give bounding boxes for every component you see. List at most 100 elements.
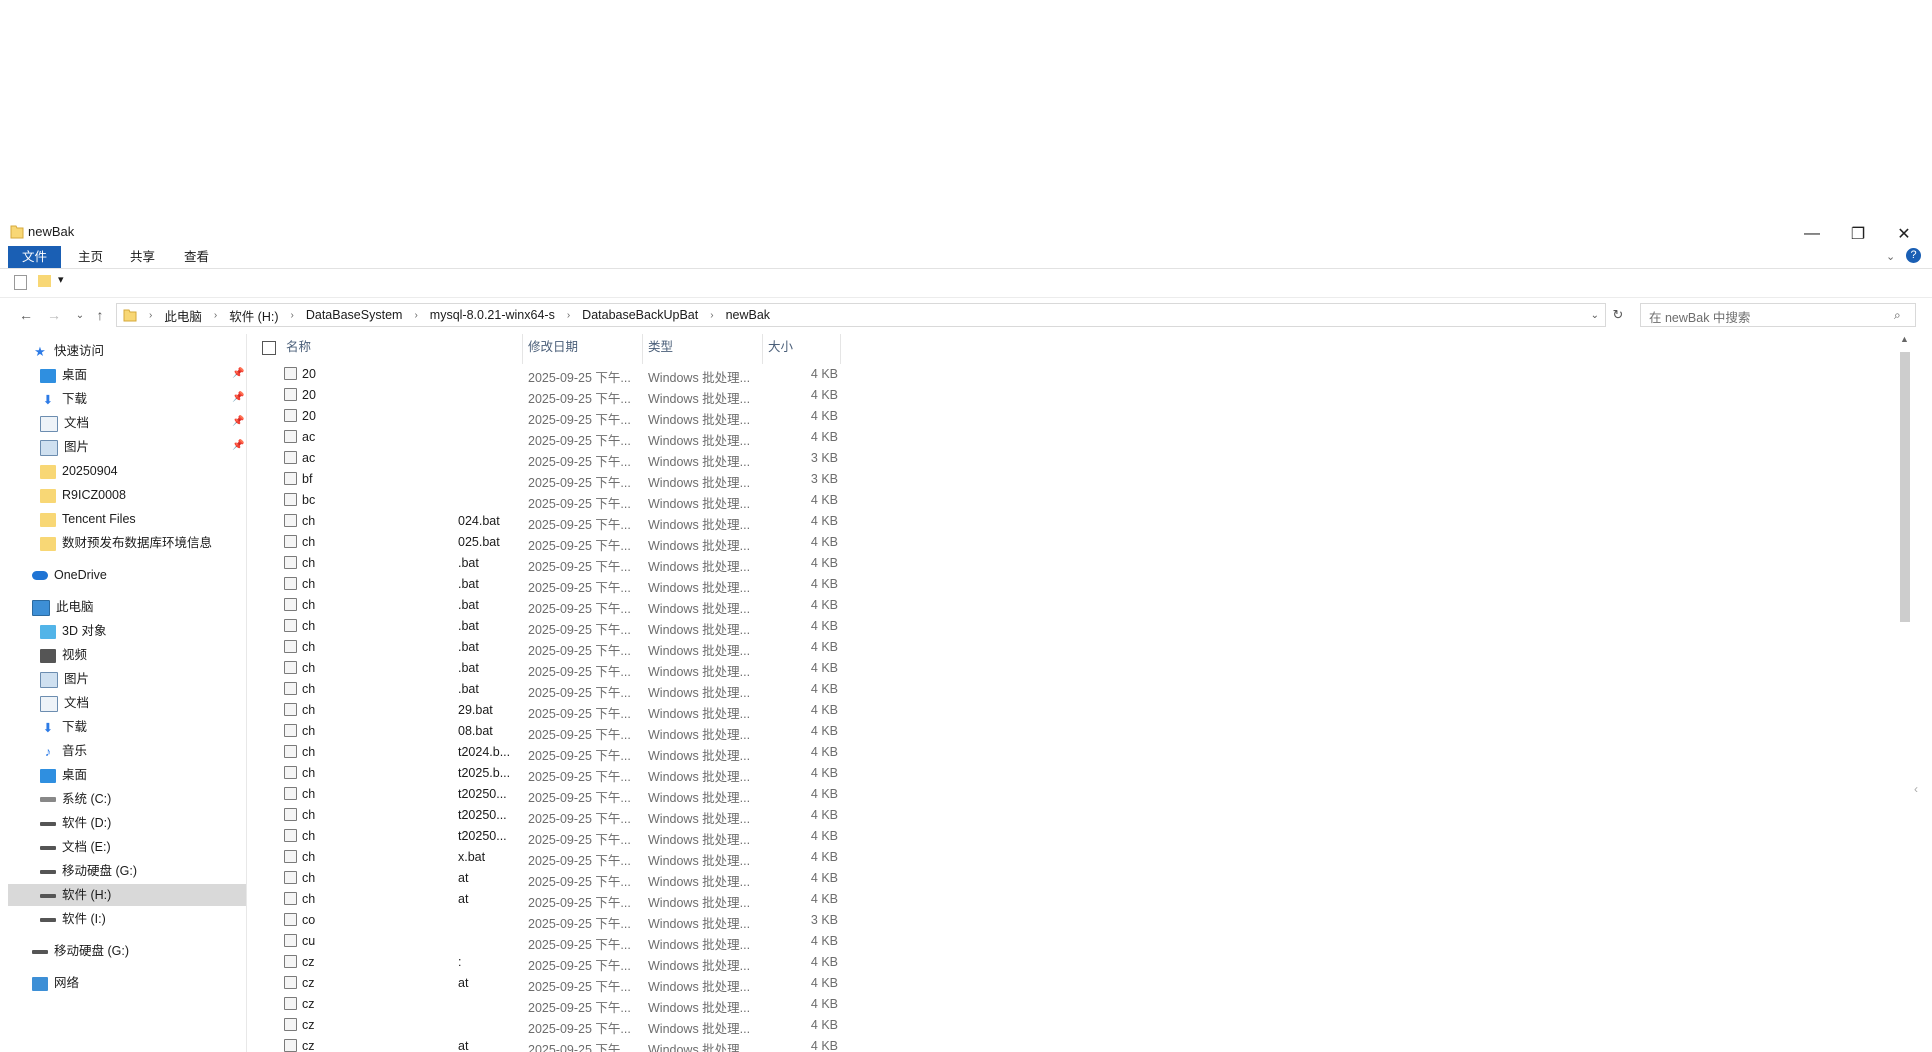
address-dropdown-icon[interactable]: ⌄ [1591, 310, 1599, 321]
file-row[interactable]: ch at 2025-09-25 下午... Windows 批处理... 4 KB [260, 868, 860, 889]
column-header-size[interactable]: 大小 [768, 334, 793, 360]
file-row[interactable]: cz at 2025-09-25 下午... Windows 批处理... 4 KB [260, 1036, 860, 1052]
file-row[interactable]: cz 2025-09-25 下午... Windows 批处理... 4 KB [260, 1015, 860, 1036]
crumb-drive-h[interactable]: 软件 (H:) [217, 306, 278, 325]
sidebar-item-downloads[interactable]: ⬇ 下载 [40, 388, 87, 410]
sidebar-item-tencent-files[interactable]: Tencent Files [40, 508, 136, 530]
sidebar-item-desktop[interactable]: 桌面 [40, 364, 87, 386]
column-header-name[interactable]: 名称 [286, 334, 311, 360]
tab-share[interactable]: 共享 [116, 246, 169, 268]
file-row[interactable]: 20 2025-09-25 下午... Windows 批处理... 4 KB [260, 406, 860, 427]
pin-icon[interactable]: 📌 [232, 392, 244, 403]
file-row[interactable]: ch 025.bat 2025-09-25 下午... Windows 批处理... 4… [260, 532, 860, 553]
help-icon[interactable]: ? [1906, 248, 1921, 263]
file-row[interactable]: ch 024.bat 2025-09-25 下午... Windows 批处理... 4… [260, 511, 860, 532]
file-row[interactable]: ch 08.bat 2025-09-25 下午... Windows 批处理... 4 … [260, 721, 860, 742]
file-row[interactable]: ch .bat 2025-09-25 下午... Windows 批处理... 4 KB [260, 553, 860, 574]
file-row[interactable]: ac 2025-09-25 下午... Windows 批处理... 3 KB [260, 448, 860, 469]
crumb-backup-bat[interactable]: DatabaseBackUpBat [570, 308, 698, 322]
tab-file[interactable]: 文件 [8, 246, 62, 268]
properties-icon[interactable] [14, 275, 27, 290]
crumb-mysql[interactable]: mysql-8.0.21-winx64-s [418, 308, 555, 322]
sidebar-item-pictures[interactable]: 图片 [40, 436, 89, 458]
new-folder-icon[interactable] [38, 275, 51, 287]
column-divider[interactable] [642, 334, 643, 364]
sidebar-item-drive-d[interactable]: 软件 (D:) [40, 812, 111, 834]
file-row[interactable]: co 2025-09-25 下午... Windows 批处理... 3 KB [260, 910, 860, 931]
refresh-button[interactable]: ↻ [1608, 305, 1628, 325]
file-row[interactable]: ch t2024.b... 2025-09-25 下午... Windows 批处理.… [260, 742, 860, 763]
sidebar-item-drive-h[interactable]: 软件 (H:) [8, 884, 246, 906]
expand-ribbon-icon[interactable]: ⌄ [1886, 250, 1895, 263]
sidebar-item-drive-i[interactable]: 软件 (I:) [40, 908, 106, 930]
chevron-left-icon[interactable]: ‹ [1914, 782, 1918, 796]
file-row[interactable]: ch at 2025-09-25 下午... Windows 批处理... 4 KB [260, 889, 860, 910]
back-button[interactable]: ← [16, 305, 36, 325]
column-header-date[interactable]: 修改日期 [528, 334, 578, 360]
tab-home[interactable]: 主页 [64, 246, 117, 268]
sidebar-item-3d-objects[interactable]: 3D 对象 [40, 620, 106, 642]
vertical-scrollbar[interactable]: ▲ [1896, 334, 1914, 1052]
file-row[interactable]: 20 2025-09-25 下午... Windows 批处理... 4 KB [260, 364, 860, 385]
file-row[interactable]: ch .bat 2025-09-25 下午... Windows 批处理... 4 KB [260, 616, 860, 637]
file-row[interactable]: ch t2025.b... 2025-09-25 下午... Windows 批处理.… [260, 763, 860, 784]
sidebar-item-this-pc[interactable]: 此电脑 [32, 596, 94, 618]
file-row[interactable]: ac 2025-09-25 下午... Windows 批处理... 4 KB [260, 427, 860, 448]
file-row[interactable]: ch t20250... 2025-09-25 下午... Windows 批处理..… [260, 784, 860, 805]
up-button[interactable]: ↑ [90, 305, 110, 325]
file-row[interactable]: ch .bat 2025-09-25 下午... Windows 批处理... 4 KB [260, 637, 860, 658]
recent-locations-icon[interactable]: ⌄ [70, 305, 90, 325]
column-divider[interactable] [522, 334, 523, 364]
sidebar-item-20250904[interactable]: 20250904 [40, 460, 118, 482]
minimize-button[interactable]: — [1790, 222, 1834, 246]
sidebar-item-removable-g[interactable]: 移动硬盘 (G:) [32, 940, 129, 962]
pin-icon[interactable]: 📌 [232, 368, 244, 379]
column-divider[interactable] [762, 334, 763, 364]
file-row[interactable]: cz at 2025-09-25 下午... Windows 批处理... 4 KB [260, 973, 860, 994]
sidebar-item-db-env-info[interactable]: 数财预发布数据库环境信息 [40, 532, 212, 554]
customize-toolbar-icon[interactable]: ▾ [58, 273, 64, 286]
sidebar-item-quick-access[interactable]: ★ 快速访问 [32, 340, 104, 362]
file-row[interactable]: cu 2025-09-25 下午... Windows 批处理... 4 KB [260, 931, 860, 952]
file-row[interactable]: ch x.bat 2025-09-25 下午... Windows 批处理... 4 K… [260, 847, 860, 868]
file-row[interactable]: ch t20250... 2025-09-25 下午... Windows 批处理..… [260, 805, 860, 826]
file-row[interactable]: cz 2025-09-25 下午... Windows 批处理... 4 KB [260, 994, 860, 1015]
sidebar-item-r9icz0008[interactable]: R9ICZ0008 [40, 484, 126, 506]
sidebar-item-drive-c[interactable]: 系统 (C:) [40, 788, 111, 810]
sidebar-item-network[interactable]: 网络 [32, 972, 79, 994]
select-all-checkbox[interactable] [262, 341, 276, 355]
restore-button[interactable]: ❐ [1836, 222, 1880, 246]
title-bar[interactable]: newBak — ❐ ✕ [0, 222, 1932, 246]
sidebar-item-music[interactable]: ♪ 音乐 [40, 740, 87, 762]
file-row[interactable]: 20 2025-09-25 下午... Windows 批处理... 4 KB [260, 385, 860, 406]
file-row[interactable]: ch 29.bat 2025-09-25 下午... Windows 批处理... 4 … [260, 700, 860, 721]
file-row[interactable]: ch .bat 2025-09-25 下午... Windows 批处理... 4 KB [260, 574, 860, 595]
pin-icon[interactable]: 📌 [232, 416, 244, 427]
sidebar-item-drive-e[interactable]: 文档 (E:) [40, 836, 111, 858]
sidebar-item-downloads-pc[interactable]: ⬇ 下载 [40, 716, 87, 738]
crumb-newbak[interactable]: newBak [714, 308, 770, 322]
sidebar-item-videos[interactable]: 视频 [40, 644, 87, 666]
scrollbar-thumb[interactable] [1900, 352, 1910, 622]
sidebar-item-desktop-pc[interactable]: 桌面 [40, 764, 87, 786]
column-divider[interactable] [840, 334, 841, 364]
file-row[interactable]: bc 2025-09-25 下午... Windows 批处理... 4 KB [260, 490, 860, 511]
scroll-up-icon[interactable]: ▲ [1900, 334, 1909, 344]
pin-icon[interactable]: 📌 [232, 440, 244, 451]
close-button[interactable]: ✕ [1882, 222, 1926, 246]
column-header-type[interactable]: 类型 [648, 334, 673, 360]
tab-view[interactable]: 查看 [170, 246, 223, 268]
file-row[interactable]: ch .bat 2025-09-25 下午... Windows 批处理... 4 KB [260, 658, 860, 679]
sidebar-item-drive-g[interactable]: 移动硬盘 (G:) [40, 860, 137, 882]
file-row[interactable]: bf 2025-09-25 下午... Windows 批处理... 3 KB [260, 469, 860, 490]
file-row[interactable]: ch .bat 2025-09-25 下午... Windows 批处理... 4 KB [260, 595, 860, 616]
crumb-this-pc[interactable]: 此电脑 [152, 306, 202, 325]
sidebar-item-documents[interactable]: 文档 [40, 412, 89, 434]
crumb-database-system[interactable]: DataBaseSystem [294, 308, 403, 322]
file-row[interactable]: ch t20250... 2025-09-25 下午... Windows 批处理..… [260, 826, 860, 847]
sidebar-item-onedrive[interactable]: OneDrive [32, 564, 107, 586]
file-row[interactable]: ch .bat 2025-09-25 下午... Windows 批处理... 4 KB [260, 679, 860, 700]
sidebar-item-documents-pc[interactable]: 文档 [40, 692, 89, 714]
forward-button[interactable]: → [44, 305, 64, 325]
file-row[interactable]: cz: 2025-09-25 下午... Windows 批处理... 4 KB [260, 952, 860, 973]
